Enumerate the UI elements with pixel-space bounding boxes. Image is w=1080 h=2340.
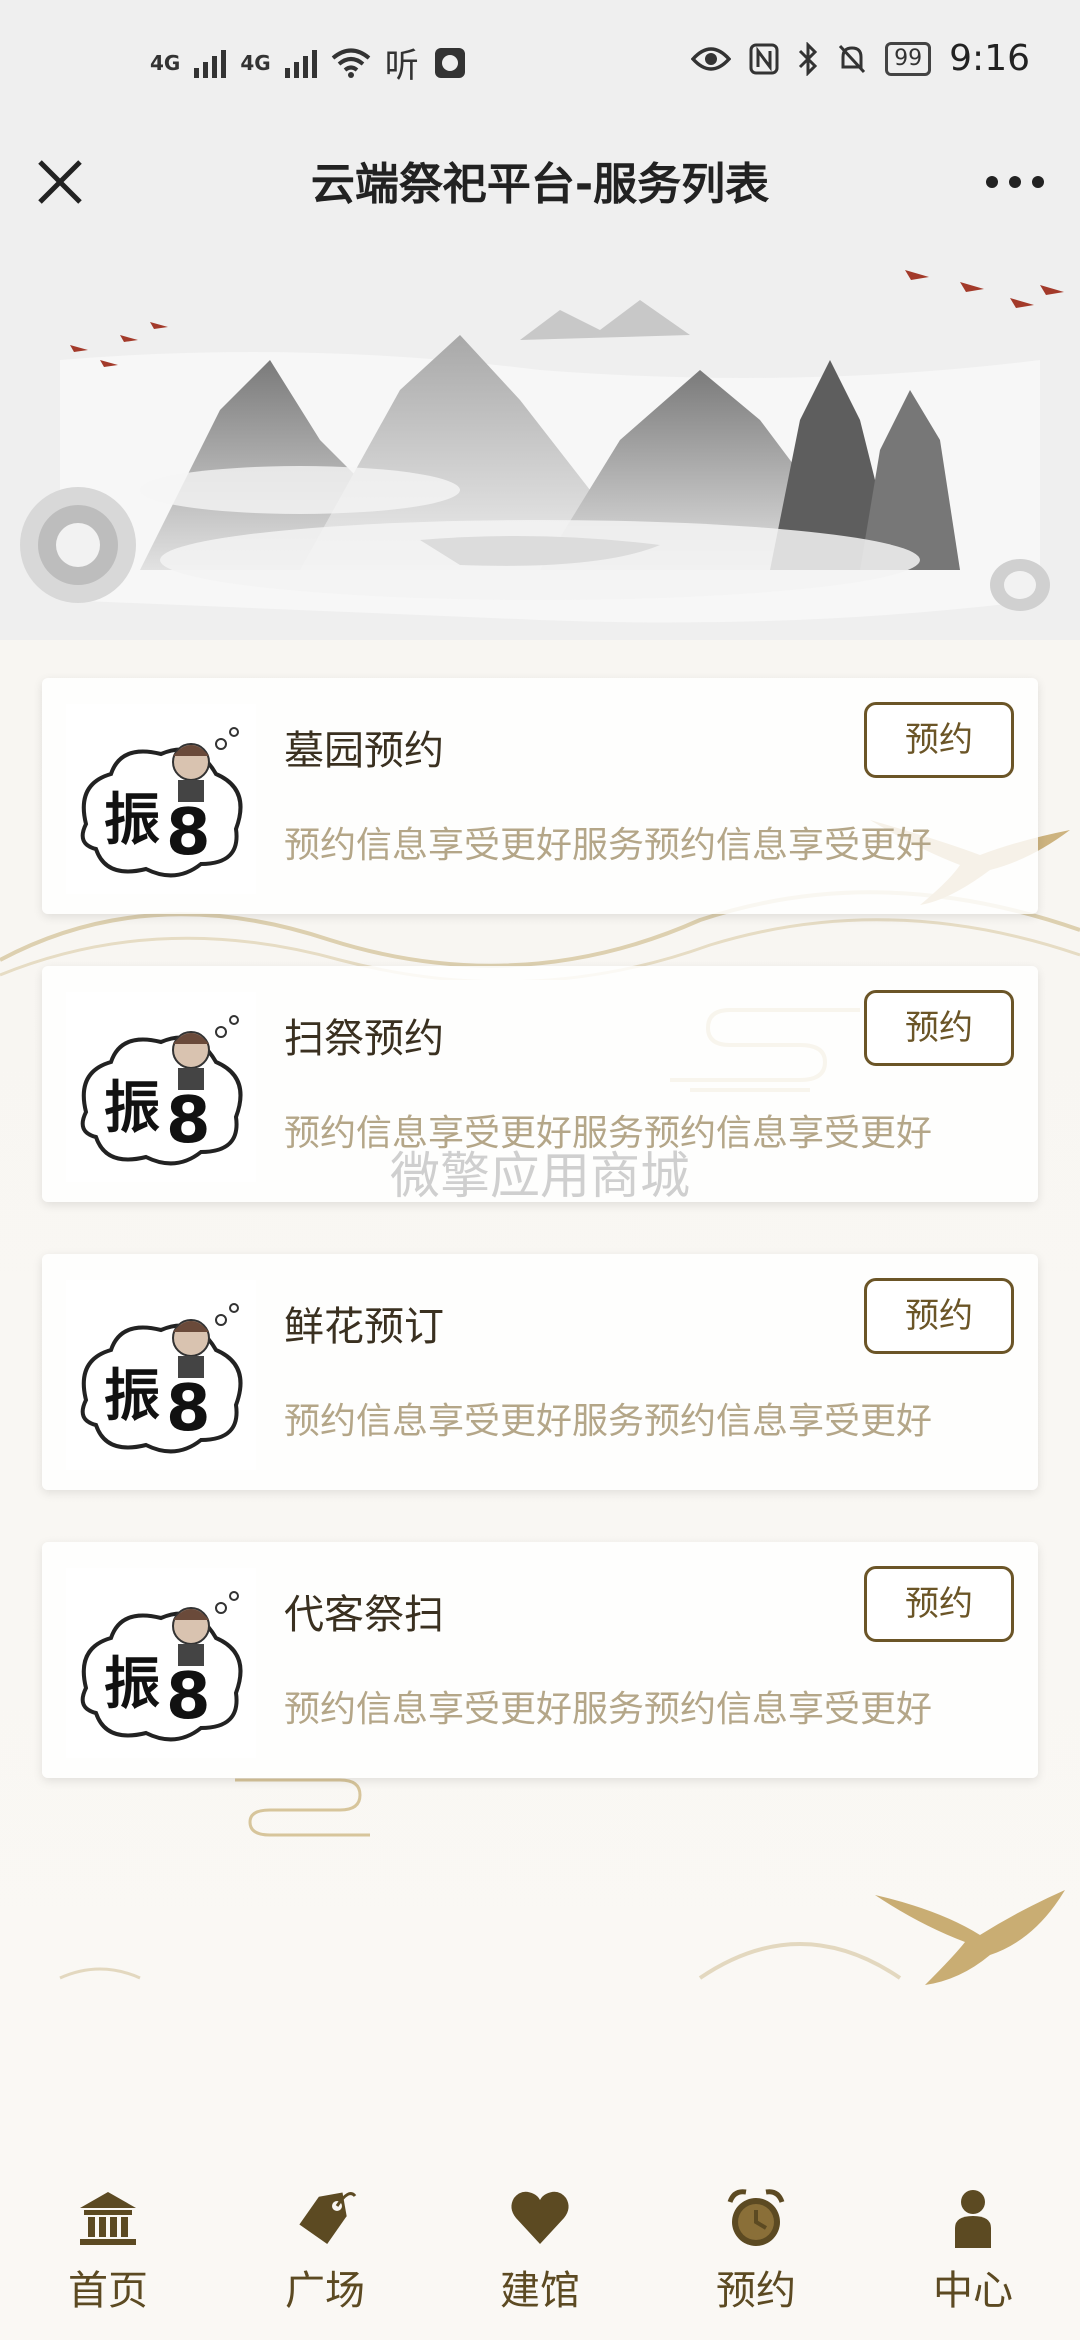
- status-right: 99 9:16: [691, 38, 1030, 79]
- svg-text:振: 振: [104, 1364, 160, 1429]
- eye-icon: [691, 46, 732, 71]
- battery-indicator: 99: [885, 41, 932, 76]
- tab-build-hall[interactable]: 建馆: [460, 2186, 620, 2316]
- bluetooth-icon: [799, 41, 818, 76]
- service-logo-image: 振8: [66, 1568, 256, 1758]
- svg-text:振: 振: [104, 1652, 160, 1717]
- network-type-1: 4G: [150, 50, 181, 75]
- tag-icon: [299, 2192, 357, 2244]
- tab-square[interactable]: 广场: [245, 2186, 405, 2316]
- tab-label: 预约: [716, 2268, 796, 2314]
- tab-center[interactable]: 中心: [893, 2186, 1053, 2316]
- service-title: 墓园预约: [284, 728, 444, 774]
- listen-app-icon: 听: [384, 46, 419, 86]
- svg-text:8: 8: [166, 1660, 211, 1734]
- signal-icon: [284, 48, 317, 78]
- book-button[interactable]: 预约: [864, 702, 1014, 778]
- tab-label: 广场: [285, 2268, 365, 2314]
- service-card[interactable]: 振 8 墓园预约预约信息享受更好服务预约信息享受更好 预约: [42, 678, 1038, 914]
- watermark-text: 微擎应用商城: [390, 1147, 690, 1205]
- service-logo-image: 振8: [66, 704, 256, 894]
- signal-icon: [194, 48, 227, 78]
- service-title: 扫祭预约: [284, 1016, 444, 1062]
- status-left: 4G 4G 听: [150, 38, 467, 87]
- book-button[interactable]: 预约: [864, 990, 1014, 1066]
- svg-text:8: 8: [166, 796, 211, 870]
- tab-label: 首页: [68, 2268, 148, 2314]
- status-bar: 4G 4G 听 99 9:16: [0, 0, 1080, 130]
- book-button[interactable]: 预约: [864, 1278, 1014, 1354]
- page-title: 云端祭祀平台-服务列表: [310, 159, 770, 210]
- wave-decoration: [59, 1942, 902, 1980]
- tab-booking[interactable]: 预约: [676, 2186, 836, 2316]
- landscape-banner: [0, 240, 1080, 640]
- heart-icon: [511, 2191, 569, 2244]
- nfc-icon: [749, 43, 779, 74]
- bottom-tab-bar: 首页 广场 建馆 预约 中心: [0, 2160, 1080, 2340]
- tab-label: 中心: [933, 2268, 1013, 2314]
- tab-home[interactable]: 首页: [28, 2186, 188, 2316]
- service-title: 鲜花预订: [284, 1304, 444, 1350]
- service-description: 预约信息享受更好服务预约信息享受更好: [284, 1401, 933, 1442]
- svg-text:8: 8: [166, 1372, 211, 1446]
- screen: 4G 4G 听 99 9:16 云端祭祀平台-服务列表 振 8 墓园预约 预约信…: [0, 0, 1080, 2340]
- temple-icon: [80, 2192, 136, 2245]
- title-bar: 云端祭祀平台-服务列表: [0, 130, 1080, 240]
- clock-time: 9:16: [949, 38, 1030, 79]
- user-icon: [955, 2190, 991, 2248]
- service-title: 代客祭扫: [284, 1592, 444, 1638]
- service-description: 预约信息享受更好服务预约信息享受更好: [284, 825, 933, 866]
- alarm-clock-icon: [727, 2189, 785, 2246]
- mute-bell-icon: [839, 44, 866, 73]
- more-icon[interactable]: [980, 152, 1050, 212]
- svg-text:振: 振: [104, 1076, 160, 1141]
- wifi-icon: [331, 48, 370, 78]
- svg-text:振: 振: [104, 788, 160, 853]
- book-button[interactable]: 预约: [864, 1566, 1014, 1642]
- screen-record-icon: [434, 47, 465, 78]
- service-card[interactable]: 振 8 鲜花预订预约信息享受更好服务预约信息享受更好 预约: [42, 1254, 1038, 1490]
- tab-label: 建馆: [500, 2268, 580, 2314]
- service-description: 预约信息享受更好服务预约信息享受更好: [284, 1689, 933, 1730]
- service-logo-image: 振8: [66, 1280, 256, 1470]
- service-card[interactable]: 振 8 代客祭扫预约信息享受更好服务预约信息享受更好 预约: [42, 1542, 1038, 1778]
- network-type-2: 4G: [240, 50, 271, 75]
